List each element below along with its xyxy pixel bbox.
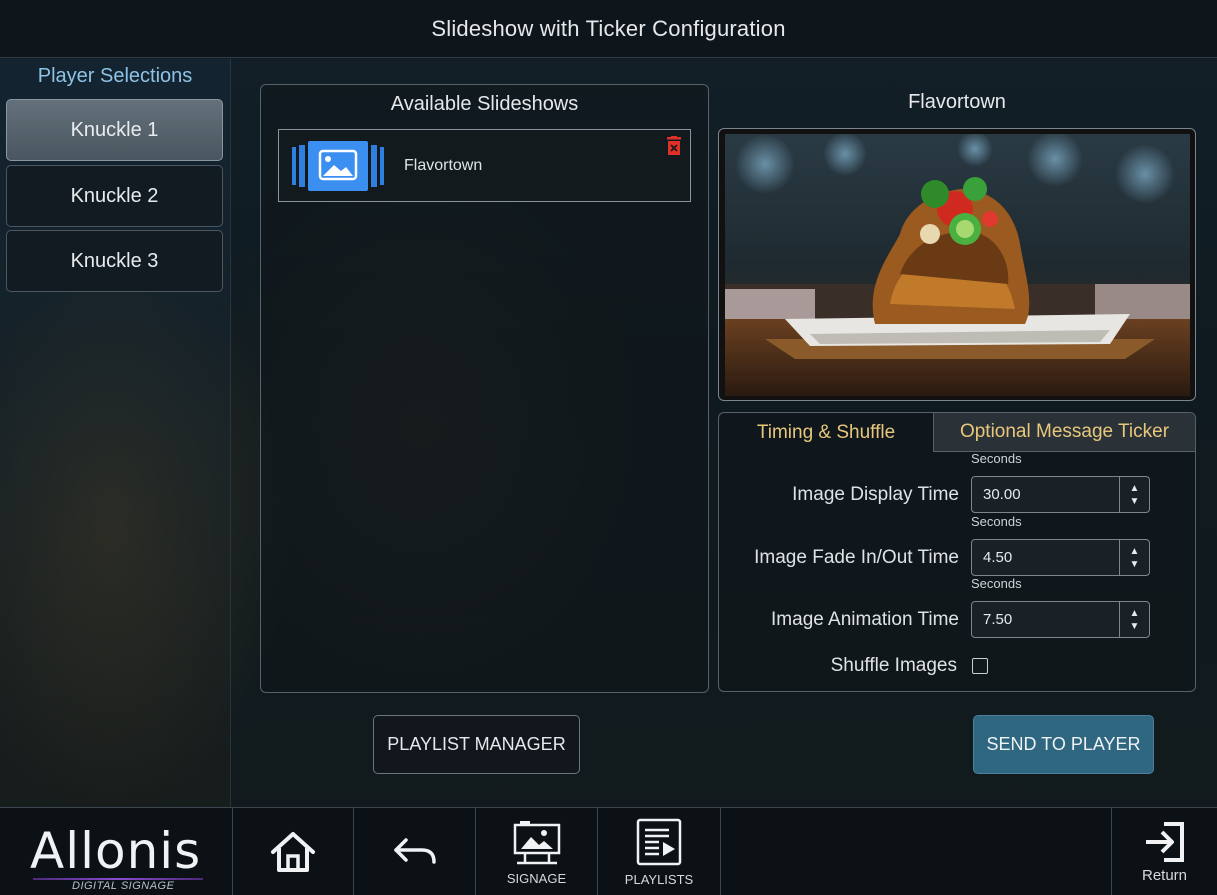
tab-message-ticker[interactable]: Optional Message Ticker <box>933 413 1195 452</box>
fade-time-label: Image Fade In/Out Time <box>754 547 959 568</box>
home-button[interactable] <box>233 808 354 895</box>
down-arrow-icon[interactable]: ▼ <box>1130 495 1140 508</box>
logo-text: Allonis <box>30 822 202 880</box>
playlist-icon <box>636 818 682 865</box>
signage-button[interactable]: SIGNAGE <box>476 808 598 895</box>
player-label: Knuckle 2 <box>70 184 159 207</box>
up-arrow-icon[interactable]: ▲ <box>1130 607 1140 620</box>
home-icon <box>271 832 315 872</box>
signage-label: SIGNAGE <box>506 870 567 886</box>
player-button-knuckle-2[interactable]: Knuckle 2 <box>6 165 223 227</box>
exit-icon <box>1145 822 1184 862</box>
up-arrow-icon[interactable]: ▲ <box>1130 482 1140 495</box>
animation-time-value: 7.50 <box>983 611 1013 628</box>
player-sidebar: Player Selections Knuckle 1 Knuckle 2 Kn… <box>0 59 231 807</box>
animation-time-row: Image Animation Time Seconds 7.50 ▲ ▼ <box>719 576 1197 641</box>
down-arrow-icon[interactable]: ▼ <box>1130 620 1140 633</box>
slideshows-title: Available Slideshows <box>390 93 579 115</box>
fade-time-input[interactable]: 4.50 ▲ ▼ <box>971 539 1150 576</box>
fade-time-unit: Seconds <box>971 514 1022 529</box>
playlists-button[interactable]: PLAYLISTS <box>598 808 721 895</box>
up-arrow-icon[interactable]: ▲ <box>1130 545 1140 558</box>
available-slideshows-panel: Available Slideshows Flavortown <box>260 84 709 693</box>
back-arrow-icon <box>393 838 436 864</box>
shuffle-checkbox[interactable] <box>972 658 988 674</box>
slideshow-name: Flavortown <box>404 156 483 174</box>
shuffle-label: Shuffle Images <box>830 655 957 676</box>
down-arrow-icon[interactable]: ▼ <box>1130 558 1140 571</box>
settings-panel: Timing & Shuffle Optional Message Ticker… <box>718 412 1196 692</box>
player-label: Knuckle 1 <box>70 118 159 141</box>
display-time-stepper[interactable]: ▲ ▼ <box>1119 477 1149 512</box>
preview-title: Flavortown <box>908 91 1006 113</box>
allonis-logo: Allonis DIGITAL SIGNAGE <box>0 808 233 895</box>
display-time-row: Image Display Time Seconds 30.00 ▲ ▼ <box>719 451 1197 516</box>
fade-time-stepper[interactable]: ▲ ▼ <box>1119 540 1149 575</box>
display-time-label: Image Display Time <box>792 484 959 505</box>
slideshow-image-icon <box>290 140 386 191</box>
return-button[interactable]: Return <box>1111 808 1217 895</box>
display-time-value: 30.00 <box>983 486 1021 503</box>
fade-time-row: Image Fade In/Out Time Seconds 4.50 ▲ ▼ <box>719 514 1197 579</box>
send-to-player-button[interactable]: SEND TO PLAYER <box>973 715 1154 774</box>
billboard-icon <box>513 820 560 864</box>
fade-time-value: 4.50 <box>983 549 1013 566</box>
animation-time-unit: Seconds <box>971 576 1022 591</box>
playlists-label: PLAYLISTS <box>624 871 694 887</box>
display-time-input[interactable]: 30.00 ▲ ▼ <box>971 476 1150 513</box>
player-button-knuckle-1[interactable]: Knuckle 1 <box>6 99 223 161</box>
display-time-unit: Seconds <box>971 451 1022 466</box>
sidebar-title: Player Selections <box>37 65 193 87</box>
playlist-manager-button[interactable]: PLAYLIST MANAGER <box>373 715 580 774</box>
return-label: Return <box>1141 867 1188 884</box>
footer-nav: Allonis DIGITAL SIGNAGE SIGNAGE PLAYLIST… <box>0 807 1217 895</box>
page-title: Slideshow with Ticker Configuration <box>0 0 1217 58</box>
settings-tabs: Timing & Shuffle Optional Message Ticker <box>719 413 1195 452</box>
animation-time-stepper[interactable]: ▲ ▼ <box>1119 602 1149 637</box>
preview-frame <box>718 128 1196 401</box>
trash-icon[interactable] <box>666 136 682 156</box>
slideshow-item[interactable]: Flavortown <box>278 129 691 202</box>
preview-image <box>725 134 1190 396</box>
animation-time-input[interactable]: 7.50 ▲ ▼ <box>971 601 1150 638</box>
player-button-knuckle-3[interactable]: Knuckle 3 <box>6 230 223 292</box>
player-label: Knuckle 3 <box>70 249 159 272</box>
tab-timing-shuffle[interactable]: Timing & Shuffle <box>719 413 933 452</box>
animation-time-label: Image Animation Time <box>771 609 959 630</box>
back-button[interactable] <box>354 808 476 895</box>
logo-subtitle: DIGITAL SIGNAGE <box>72 880 175 892</box>
